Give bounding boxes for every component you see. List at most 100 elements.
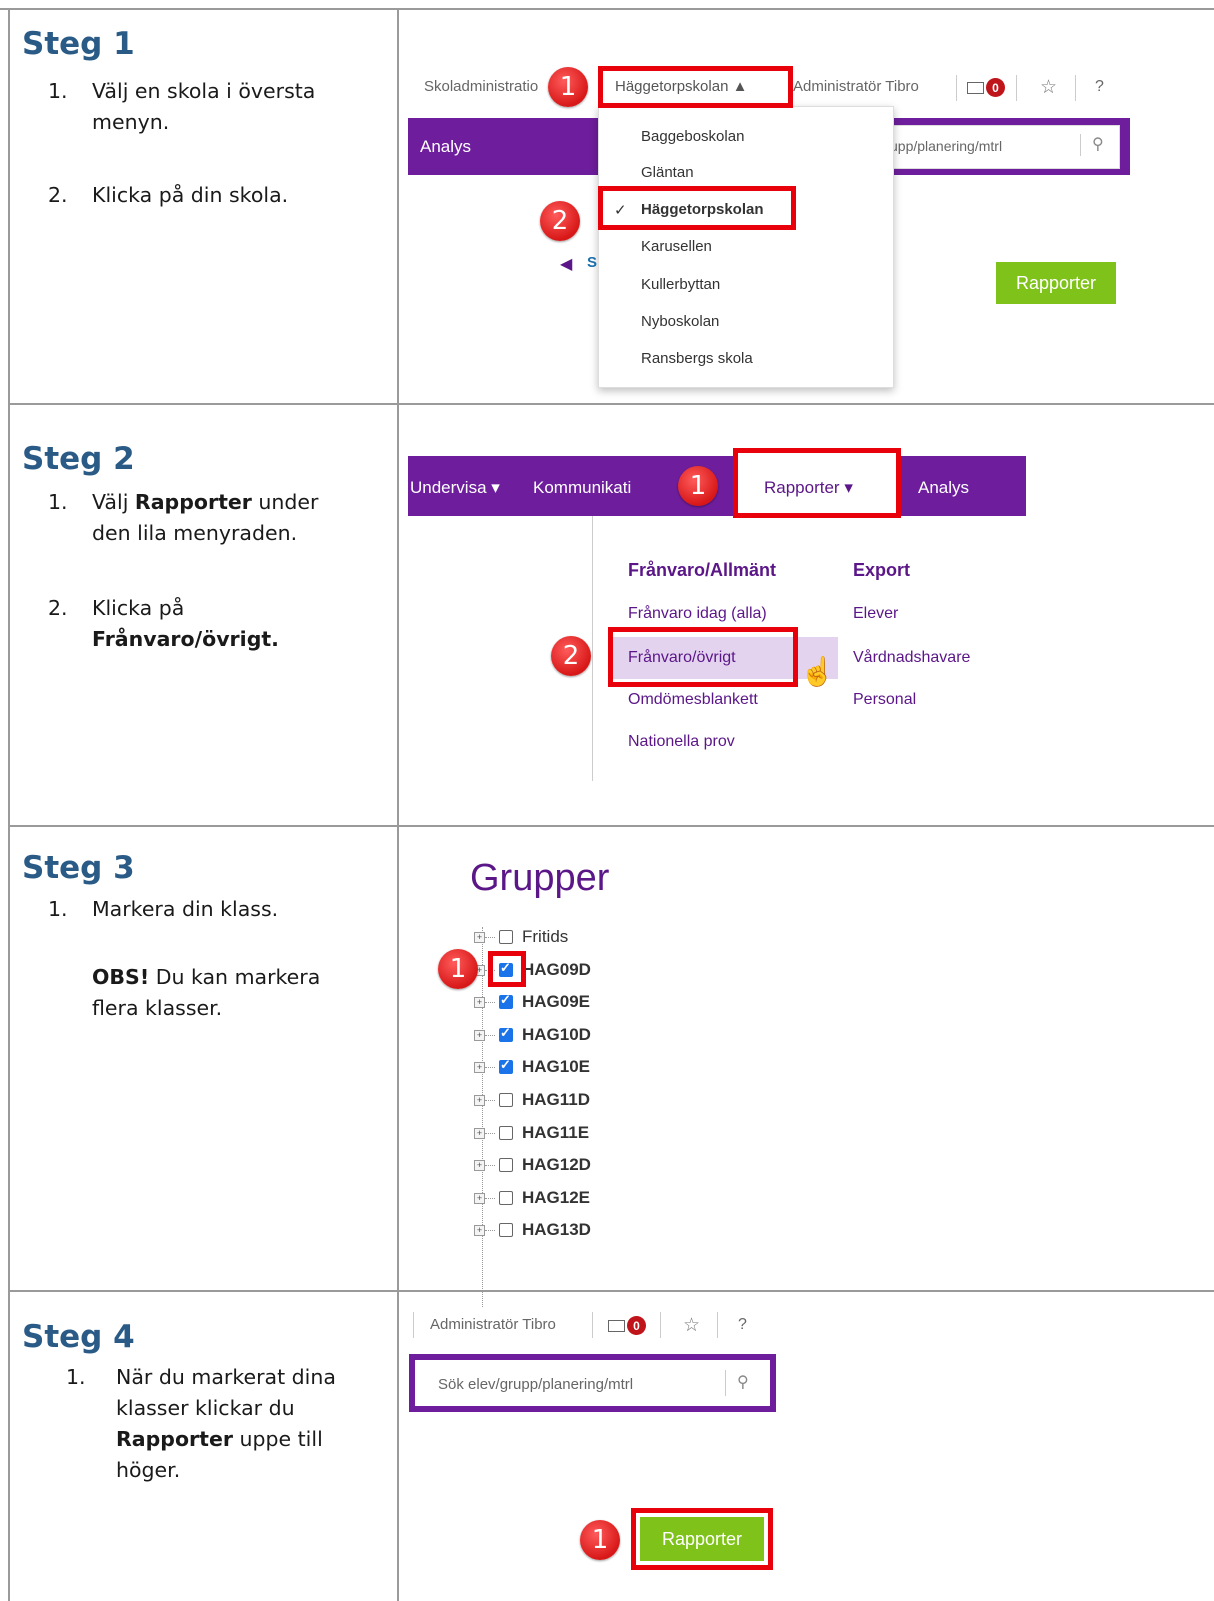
back-icon[interactable]: ◀: [560, 254, 572, 274]
group-checkbox[interactable]: [499, 1057, 513, 1075]
search-icon[interactable]: ⚲: [1092, 134, 1104, 154]
groups-heading: Grupper: [470, 857, 610, 899]
screenshot-4: Administratör Tibro 0 ☆ ? Sök elev/grupp…: [400, 1292, 1200, 1601]
app-name[interactable]: Skoladministratio: [424, 78, 538, 95]
school-option[interactable]: Nyboskolan: [641, 313, 719, 330]
highlight-franvaro-ovrigt: [608, 627, 798, 687]
group-label: HAG11D: [522, 1090, 591, 1109]
expand-icon[interactable]: +: [474, 997, 485, 1009]
col-header-export: Export: [853, 560, 911, 580]
school-option[interactable]: Karusellen: [641, 238, 712, 255]
star-icon[interactable]: ☆: [683, 1314, 700, 1337]
group-checkbox[interactable]: [499, 1125, 513, 1140]
group-label: HAG10E: [522, 1057, 591, 1077]
rapporter-button[interactable]: Rapporter: [996, 262, 1116, 304]
step-3-note: OBS! Du kan markera flera klasser.: [92, 965, 321, 1020]
mail-icon[interactable]: [967, 82, 984, 94]
separator: [725, 1370, 726, 1396]
school-option[interactable]: Baggeboskolan: [641, 128, 744, 145]
table-col-divider: [397, 8, 399, 1601]
step-3-title: Steg 3: [22, 850, 135, 886]
group-checkbox[interactable]: [499, 992, 513, 1010]
step-badge-1: 1: [548, 67, 588, 107]
expand-icon[interactable]: +: [474, 1192, 485, 1204]
step-badge-2: 2: [540, 201, 580, 241]
group-checkbox[interactable]: [499, 1190, 513, 1205]
menu-link-elever[interactable]: Elever: [853, 605, 898, 623]
menu-link-nationella-prov[interactable]: Nationella prov: [628, 733, 735, 751]
expand-icon[interactable]: +: [474, 1029, 485, 1041]
col-header-franvaro: Frånvaro/Allmänt: [628, 560, 777, 580]
step-1-item-1-num: 1.: [48, 79, 68, 103]
step-1-item-2-text: Klicka på din skola.: [92, 183, 289, 207]
step-badge-2: 2: [551, 636, 591, 676]
separator: [660, 1312, 661, 1338]
nav-analys[interactable]: Analys: [918, 478, 969, 498]
menu-link-vardnadshavare[interactable]: Vårdnadshavare: [853, 649, 970, 667]
school-option[interactable]: Kullerbyttan: [641, 276, 720, 293]
back-link[interactable]: S: [587, 254, 597, 271]
expand-icon[interactable]: +: [474, 1095, 485, 1106]
step-2-item-1-text: Välj Rapporter under den lila menyraden.: [92, 490, 319, 545]
highlight-rapporter: [733, 448, 901, 518]
tree-connector: [485, 1132, 495, 1134]
search-input[interactable]: upp/planering/mtrl: [890, 138, 1002, 154]
school-option[interactable]: Ransbergs skola: [641, 350, 753, 367]
tree-connector: [485, 1034, 495, 1036]
highlight-school-selector: [598, 66, 793, 108]
table-border-left: [8, 8, 10, 1601]
step-badge-1: 1: [678, 466, 718, 506]
help-icon[interactable]: ?: [738, 1316, 747, 1334]
screenshot-1: Skoladministratio Häggetorpskolan ▲ Admi…: [400, 10, 1200, 402]
star-icon[interactable]: ☆: [1040, 76, 1057, 99]
group-checkbox[interactable]: [499, 1025, 513, 1042]
group-label: HAG09E: [522, 992, 591, 1012]
group-label: HAG11E: [522, 1122, 590, 1142]
group-label: HAG10D: [522, 1024, 591, 1044]
menu-link-franvaro-idag[interactable]: Frånvaro idag (alla): [628, 605, 767, 623]
tree-connector: [485, 1002, 495, 1004]
tree-connector: [485, 1100, 495, 1101]
expand-icon[interactable]: +: [474, 1160, 485, 1172]
screenshot-2: Undervisa ▾ Kommunikati Rapporter ▾ Anal…: [400, 405, 1200, 825]
nav-kommunikation[interactable]: Kommunikati: [533, 478, 631, 498]
tree-connector: [485, 1197, 495, 1199]
step-2-item-2-num: 2.: [48, 596, 68, 620]
highlight-rapporter-button: [631, 1508, 773, 1570]
menu-link-personal[interactable]: Personal: [853, 691, 916, 709]
user-name[interactable]: Administratör Tibro: [793, 78, 919, 95]
separator: [1016, 75, 1017, 101]
nav-item-analys[interactable]: Analys: [420, 137, 471, 157]
highlight-selected-school: [598, 186, 796, 230]
step-1-item-1-text: Välj en skola i översta menyn.: [92, 79, 316, 134]
mail-count-badge: 0: [627, 1316, 646, 1335]
group-checkbox[interactable]: [499, 1093, 513, 1107]
user-name[interactable]: Administratör Tibro: [430, 1316, 556, 1333]
group-label: HAG12E: [522, 1187, 591, 1207]
group-checkbox[interactable]: [499, 1223, 513, 1238]
separator: [1075, 75, 1076, 101]
group-checkbox[interactable]: [499, 930, 513, 944]
step-2-title: Steg 2: [22, 441, 135, 477]
mail-icon[interactable]: [608, 1320, 625, 1332]
expand-icon[interactable]: +: [474, 1225, 485, 1237]
menu-link-omdomesblankett[interactable]: Omdömesblankett: [628, 691, 758, 709]
tree-line: [482, 927, 483, 1307]
group-label: Fritids: [522, 927, 569, 946]
expand-icon[interactable]: +: [474, 932, 485, 943]
highlight-hag09d: [488, 951, 526, 987]
nav-undervisa[interactable]: Undervisa ▾: [410, 478, 500, 498]
help-icon[interactable]: ?: [1095, 78, 1104, 96]
step-badge-1: 1: [438, 949, 478, 989]
search-input[interactable]: Sök elev/grupp/planering/mtrl: [438, 1376, 633, 1393]
step-1-item-2-num: 2.: [48, 183, 68, 207]
group-label: HAG12D: [522, 1155, 591, 1175]
step-4-item-1-text: När du markerat dina klasser klickar du …: [116, 1365, 336, 1482]
hand-cursor-icon: ☝: [800, 656, 835, 687]
search-icon[interactable]: ⚲: [737, 1372, 749, 1392]
screenshot-3: Grupper + Fritids + HAG09D + HAG09E + HAG10D + HA…: [400, 827, 1200, 1307]
school-option[interactable]: Gläntan: [641, 164, 694, 181]
expand-icon[interactable]: +: [474, 1127, 485, 1139]
expand-icon[interactable]: +: [474, 1062, 485, 1074]
group-checkbox[interactable]: [499, 1158, 513, 1173]
